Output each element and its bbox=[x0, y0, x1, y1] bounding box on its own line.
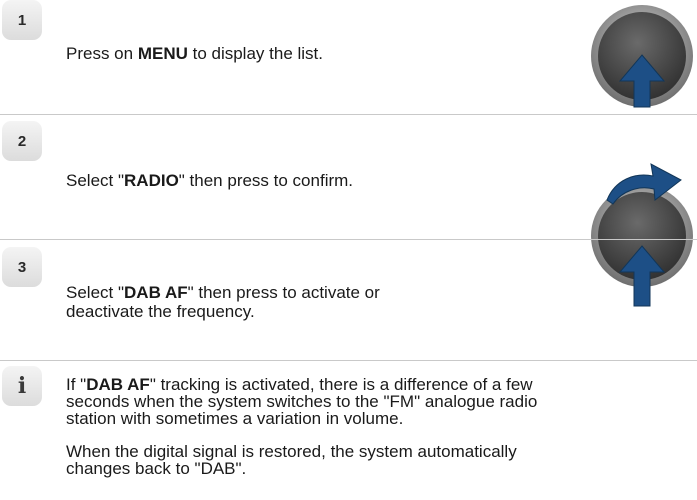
step-text-part: Select " bbox=[66, 283, 125, 302]
info-note-paragraph: If "DAB AF" tracking is activated, there… bbox=[66, 376, 696, 427]
step-keyword: RADIO bbox=[124, 171, 179, 190]
step-text-part: Select " bbox=[66, 171, 125, 190]
step-instruction: Press on MENU to display the list. bbox=[66, 44, 323, 63]
divider bbox=[0, 114, 697, 115]
step-number-badge: 1 bbox=[2, 0, 42, 40]
divider bbox=[0, 360, 697, 361]
step-text-part: Press on bbox=[66, 44, 138, 63]
info-glyph: i bbox=[17, 373, 27, 399]
divider bbox=[0, 239, 697, 240]
note-text-part: station with sometimes a variation in vo… bbox=[66, 409, 404, 428]
step-number: 2 bbox=[17, 132, 27, 150]
info-icon: i bbox=[2, 366, 42, 406]
rotate-press-knob-icon bbox=[591, 163, 693, 307]
info-note-paragraph: When the digital signal is restored, the… bbox=[66, 443, 696, 477]
step-text-part: " then press to activate or bbox=[187, 283, 380, 302]
step-number-badge: 2 bbox=[2, 121, 42, 161]
press-knob-icon bbox=[591, 5, 693, 108]
step-text-part: to display the list. bbox=[187, 44, 323, 63]
step-keyword: DAB AF bbox=[124, 283, 188, 302]
step-text-part: deactivate the frequency. bbox=[66, 302, 255, 321]
step-keyword: MENU bbox=[137, 44, 188, 63]
note-text-part: changes back to "DAB". bbox=[66, 459, 247, 478]
step-text-part: " then press to confirm. bbox=[178, 171, 354, 190]
step-number: 3 bbox=[17, 258, 27, 276]
step-instruction: Select "DAB AF" then press to activate o… bbox=[66, 283, 380, 321]
step-number: 1 bbox=[17, 11, 27, 29]
step-instruction: Select "RADIO" then press to confirm. bbox=[66, 171, 353, 190]
step-number-badge: 3 bbox=[2, 247, 42, 287]
